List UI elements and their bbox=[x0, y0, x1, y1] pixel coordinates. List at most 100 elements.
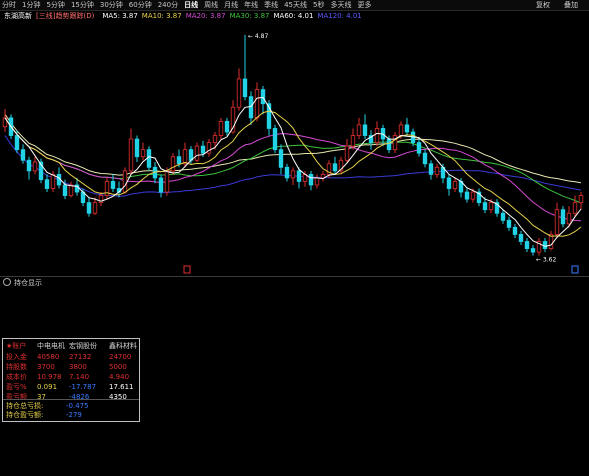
low-price-label: ← 3.62 bbox=[536, 257, 556, 264]
candle-body bbox=[272, 128, 278, 151]
holdings-cell: 0.091 bbox=[37, 383, 58, 391]
candle-body bbox=[506, 219, 512, 228]
ma120-line bbox=[4, 135, 582, 197]
holdings-row: 投入金 40580 27132 24700 bbox=[3, 352, 139, 362]
header-stock-3: 鑫科材料 bbox=[109, 342, 137, 350]
summary-value: -279 bbox=[66, 411, 82, 419]
candle-body bbox=[134, 138, 140, 158]
candle-body bbox=[530, 248, 536, 253]
kline-chart[interactable]: ← 4.87 ← 3.62 bbox=[0, 0, 589, 276]
holdings-cell: 10.978 bbox=[37, 373, 62, 381]
header-account: ★账户 bbox=[6, 342, 27, 350]
holdings-cell: -17.787 bbox=[69, 383, 97, 391]
candle-body bbox=[404, 124, 410, 133]
candle-body bbox=[416, 142, 422, 154]
holdings-cell: 3800 bbox=[69, 363, 87, 371]
candle-body bbox=[398, 124, 404, 136]
candle-body bbox=[14, 135, 20, 151]
candle-body bbox=[32, 161, 38, 172]
holdings-summary: 持仓总亏损: -0.475 bbox=[6, 402, 89, 411]
candle-body bbox=[110, 181, 116, 189]
candle-body bbox=[224, 120, 230, 133]
holdings-cell: 37 bbox=[37, 393, 46, 401]
candle-body bbox=[194, 145, 200, 161]
candle-body bbox=[290, 170, 296, 179]
candle-body bbox=[386, 138, 392, 151]
holdings-row-label: 盈亏% bbox=[6, 383, 27, 391]
candle-body bbox=[68, 184, 74, 196]
holdings-cell: -4826 bbox=[69, 393, 90, 401]
candle-body bbox=[20, 149, 26, 161]
candle-body bbox=[500, 212, 506, 221]
sub-panel-title-label: 持仓显示 bbox=[14, 279, 42, 287]
candle-body bbox=[464, 191, 470, 200]
candle-body bbox=[92, 202, 98, 214]
holdings-table: ★账户 中电电机 宏钢股份 鑫科材料 投入金 40580 27132 24700 持股数… bbox=[2, 338, 140, 422]
candle-body bbox=[218, 120, 224, 136]
candle-body bbox=[422, 152, 428, 165]
panel-divider bbox=[0, 276, 589, 277]
holdings-cell: 17.611 bbox=[109, 383, 134, 391]
candle-body bbox=[86, 202, 92, 214]
candle-body bbox=[242, 78, 248, 98]
ma30-line bbox=[4, 117, 582, 204]
event-marker bbox=[571, 265, 579, 274]
candle-body bbox=[170, 156, 176, 172]
candle-body bbox=[164, 170, 170, 193]
holdings-row-label: 持股数 bbox=[6, 363, 27, 371]
candle-body bbox=[236, 78, 242, 108]
candle-body bbox=[518, 234, 524, 242]
holdings-divider bbox=[3, 399, 139, 400]
holdings-row-label: 盈亏额 bbox=[6, 393, 27, 401]
candle-body bbox=[314, 177, 320, 186]
candle-body bbox=[182, 149, 188, 165]
holdings-cell: 40580 bbox=[37, 353, 60, 361]
candle-body bbox=[452, 181, 458, 189]
candle-body bbox=[488, 202, 494, 211]
holdings-row-label: 投入金 bbox=[6, 353, 27, 361]
holdings-cell: 4.940 bbox=[109, 373, 130, 381]
holdings-cell: 5000 bbox=[109, 363, 127, 371]
candle-body bbox=[26, 159, 32, 172]
holdings-header-row: ★账户 中电电机 宏钢股份 鑫科材料 bbox=[3, 341, 139, 351]
candle-body bbox=[512, 226, 518, 235]
candle-body bbox=[158, 177, 164, 193]
candle-body bbox=[356, 124, 362, 136]
candle-body bbox=[122, 170, 128, 193]
candle-body bbox=[344, 145, 350, 161]
holdings-summary: 持仓盈亏额: -279 bbox=[6, 411, 82, 420]
candle-body bbox=[62, 184, 68, 196]
candle-body bbox=[176, 156, 182, 165]
candle-body bbox=[296, 170, 302, 182]
candle-body bbox=[392, 135, 398, 151]
holdings-row: 成本价 10.978 7.140 4.940 bbox=[3, 372, 139, 382]
candle-body bbox=[212, 135, 218, 143]
holdings-row: 盈亏额 37 -4826 4350 bbox=[3, 392, 139, 402]
candle-body bbox=[254, 89, 260, 119]
candle-body bbox=[566, 212, 572, 225]
candle-body bbox=[200, 145, 206, 154]
header-stock-2: 宏钢股份 bbox=[69, 342, 97, 350]
summary-label: 持仓盈亏额: bbox=[6, 411, 44, 419]
holdings-cell: 27132 bbox=[69, 353, 92, 361]
candle-body bbox=[572, 202, 578, 214]
candle-body bbox=[278, 149, 284, 168]
candle-body bbox=[146, 149, 152, 168]
candle-body bbox=[446, 177, 452, 189]
sub-panel-title: 持仓显示 bbox=[3, 278, 42, 288]
event-marker bbox=[183, 265, 191, 274]
candle-body bbox=[560, 209, 566, 225]
candle-body bbox=[332, 163, 338, 172]
header-stock-1: 中电电机 bbox=[37, 342, 65, 350]
candle-body bbox=[482, 202, 488, 211]
summary-value: -0.475 bbox=[66, 402, 89, 410]
candle-body bbox=[578, 195, 584, 204]
holdings-cell: 3700 bbox=[37, 363, 55, 371]
candle-body bbox=[284, 166, 290, 179]
candle-body bbox=[374, 128, 380, 143]
holdings-row-label: 成本价 bbox=[6, 373, 27, 381]
candle-body bbox=[260, 89, 266, 105]
candle-body bbox=[554, 209, 560, 235]
candle-body bbox=[248, 96, 254, 119]
circle-icon bbox=[3, 278, 11, 286]
